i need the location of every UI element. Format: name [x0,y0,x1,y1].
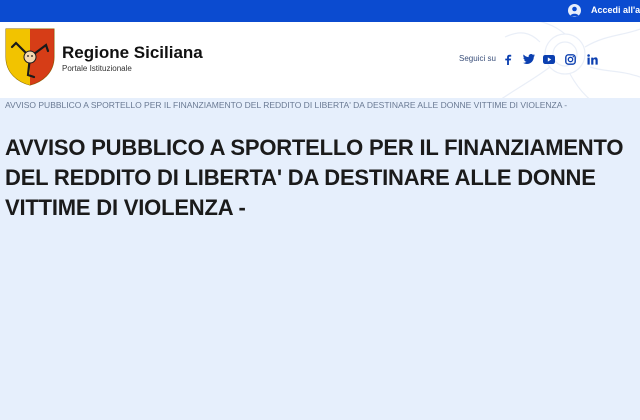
youtube-icon[interactable] [542,52,556,66]
site-subtitle: Portale Istituzionale [62,64,132,73]
page-title: AVVISO PUBBLICO A SPORTELLO PER IL FINAN… [5,135,624,220]
linkedin-icon[interactable] [585,52,599,66]
twitter-icon[interactable] [522,52,536,66]
user-icon[interactable] [568,4,581,17]
top-bar: Accedi all'area [0,0,640,22]
follow-us-label: Seguici su [459,54,496,63]
site-title[interactable]: Regione Siciliana [62,43,203,63]
regione-siciliana-logo[interactable] [4,27,56,87]
site-header: Regione Siciliana Portale Istituzionale … [0,22,640,98]
instagram-icon[interactable] [563,52,577,66]
login-link[interactable]: Accedi all'area [591,4,640,17]
facebook-icon[interactable] [501,52,515,66]
breadcrumb[interactable]: AVVISO PUBBLICO A SPORTELLO PER IL FINAN… [5,100,635,111]
